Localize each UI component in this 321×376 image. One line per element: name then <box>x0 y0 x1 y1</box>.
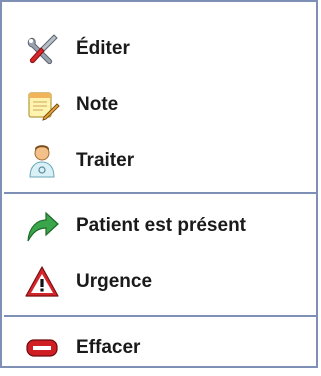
menu-item-label: Note <box>76 94 119 115</box>
menu-item-label: Patient est présent <box>76 215 246 236</box>
menu-item-note[interactable]: Note <box>4 77 316 133</box>
tools-icon <box>22 29 62 69</box>
menu-item-label: Traiter <box>76 150 135 171</box>
menu-separator <box>4 315 318 317</box>
warning-icon <box>22 262 62 302</box>
menu-separator <box>4 192 318 194</box>
doctor-icon <box>22 141 62 181</box>
menu-item-traiter[interactable]: Traiter <box>4 133 316 189</box>
note-pencil-icon <box>22 85 62 125</box>
menu-item-effacer[interactable]: Effacer <box>4 320 316 376</box>
delete-icon <box>22 328 62 368</box>
menu-item-label: Urgence <box>76 271 153 292</box>
menu-item-urgence[interactable]: Urgence <box>4 254 316 310</box>
menu-item-label: Effacer <box>76 337 141 358</box>
menu-item-patient-est-present[interactable]: Patient est présent <box>4 198 316 254</box>
menu-item-editer[interactable]: Éditer <box>4 21 316 77</box>
green-arrow-icon <box>22 206 62 246</box>
context-menu: Éditer Note Traiter Patient est présent … <box>0 0 318 368</box>
menu-item-label: Éditer <box>76 38 130 59</box>
